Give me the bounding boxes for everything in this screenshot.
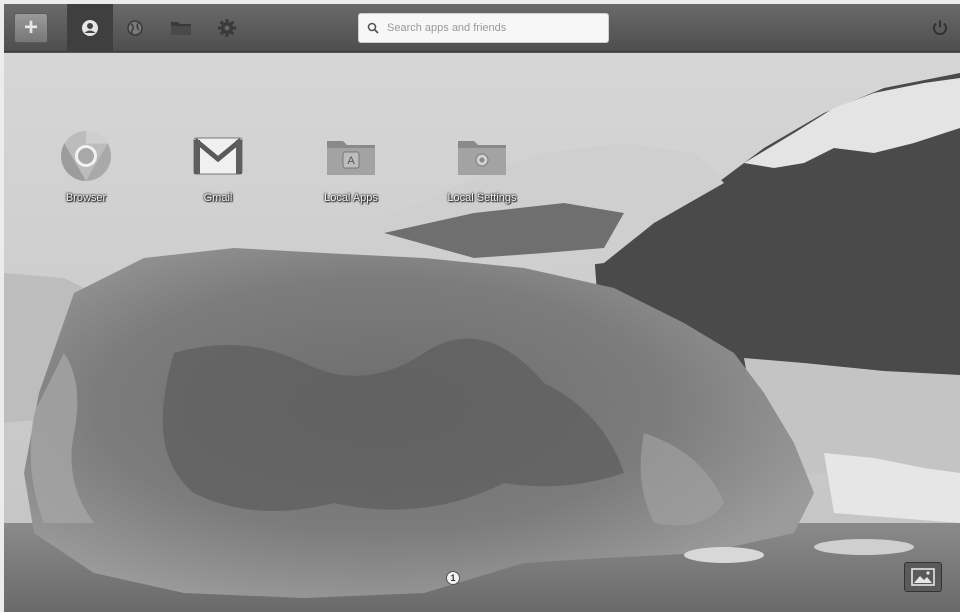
search-icon — [367, 22, 379, 34]
globe-icon — [127, 20, 143, 36]
app-local-settings[interactable]: Local Settings — [432, 128, 532, 204]
local-apps-folder-icon: A — [323, 128, 379, 184]
picture-icon — [911, 568, 935, 586]
tab-globe[interactable] — [112, 4, 158, 52]
top-bar: + — [4, 4, 960, 52]
svg-text:A: A — [347, 155, 355, 167]
app-browser[interactable]: Browser — [36, 128, 136, 204]
app-label: Browser — [65, 192, 107, 204]
screen: + Search apps and friends Browser Gmail … — [0, 0, 960, 612]
app-label: Local Settings — [447, 192, 517, 204]
search-input[interactable] — [387, 22, 597, 34]
plus-icon: + — [23, 14, 38, 41]
desktop: Browser Gmail A Local Apps Local Setting… — [4, 53, 960, 612]
power-icon — [933, 20, 947, 35]
os-frame: + Search apps and friends Browser Gmail … — [4, 4, 960, 612]
folder-icon — [171, 22, 191, 35]
gmail-icon — [190, 128, 246, 184]
power-button[interactable] — [924, 4, 956, 52]
tab-settings[interactable] — [204, 4, 250, 52]
change-wallpaper-button[interactable] — [904, 562, 942, 592]
home-dashboard-icon — [82, 20, 98, 36]
search-box[interactable] — [358, 13, 609, 43]
chrome-browser-icon — [58, 128, 114, 184]
page-indicator[interactable]: 1 — [446, 571, 460, 585]
local-settings-folder-icon — [454, 128, 510, 184]
add-button[interactable]: + — [14, 13, 48, 43]
app-local-apps[interactable]: A Local Apps — [301, 128, 401, 204]
app-label: Local Apps — [324, 192, 378, 204]
tab-home[interactable] — [67, 4, 113, 52]
tab-folder[interactable] — [158, 4, 204, 52]
app-gmail[interactable]: Gmail — [168, 128, 268, 204]
gear-icon — [218, 19, 236, 37]
app-label: Gmail — [203, 192, 233, 204]
